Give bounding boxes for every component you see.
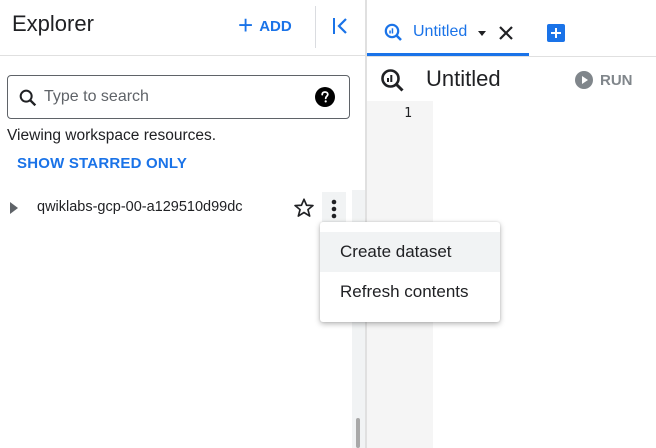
close-icon[interactable] bbox=[498, 25, 514, 41]
search-input[interactable] bbox=[44, 84, 304, 110]
more-vert-icon[interactable] bbox=[322, 192, 346, 224]
query-icon bbox=[384, 23, 402, 41]
search-box bbox=[7, 75, 350, 119]
add-button[interactable]: + ADD bbox=[238, 12, 292, 40]
line-number: 1 bbox=[404, 106, 412, 121]
play-icon bbox=[575, 71, 593, 89]
run-button-label: RUN bbox=[600, 71, 633, 89]
show-starred-only-button[interactable]: SHOW STARRED ONLY bbox=[17, 155, 187, 172]
add-button-label: ADD bbox=[259, 17, 292, 35]
project-name[interactable]: qwiklabs-gcp-00-a129510d99dc bbox=[37, 199, 243, 215]
bigquery-console: Explorer + ADD Type to search Viewing wo… bbox=[0, 0, 656, 448]
menu-item-create-dataset[interactable]: Create dataset bbox=[320, 232, 500, 272]
search-icon bbox=[17, 87, 39, 109]
help-icon[interactable] bbox=[315, 87, 335, 107]
project-tree-row[interactable]: qwiklabs-gcp-00-a129510d99dc bbox=[0, 190, 352, 226]
tab-label: Untitled bbox=[413, 23, 468, 40]
editor-tab-bar: Untitled bbox=[367, 0, 656, 57]
explorer-title: Explorer bbox=[12, 11, 94, 36]
tab-untitled[interactable]: Untitled bbox=[367, 10, 529, 56]
run-button[interactable]: RUN bbox=[575, 71, 633, 89]
editor-toolbar: Untitled RUN bbox=[367, 57, 656, 101]
collapse-panel-icon[interactable] bbox=[329, 14, 353, 38]
plus-icon: + bbox=[238, 10, 254, 40]
scrollbar-thumb[interactable] bbox=[356, 418, 360, 448]
star-outline-icon[interactable] bbox=[293, 197, 315, 219]
explorer-header: Explorer + ADD bbox=[0, 0, 365, 56]
dropdown-arrow-icon[interactable] bbox=[478, 31, 486, 36]
header-divider bbox=[315, 6, 316, 48]
query-icon bbox=[380, 68, 404, 92]
menu-item-refresh-contents[interactable]: Refresh contents bbox=[320, 272, 500, 312]
explorer-panel: Explorer + ADD Type to search Viewing wo… bbox=[0, 0, 365, 448]
new-tab-icon[interactable] bbox=[547, 24, 565, 42]
viewing-workspace-text: Viewing workspace resources. bbox=[7, 127, 217, 144]
expand-arrow-icon[interactable] bbox=[8, 201, 20, 215]
context-menu: Create dataset Refresh contents bbox=[320, 222, 500, 322]
editor-title: Untitled bbox=[426, 66, 501, 91]
